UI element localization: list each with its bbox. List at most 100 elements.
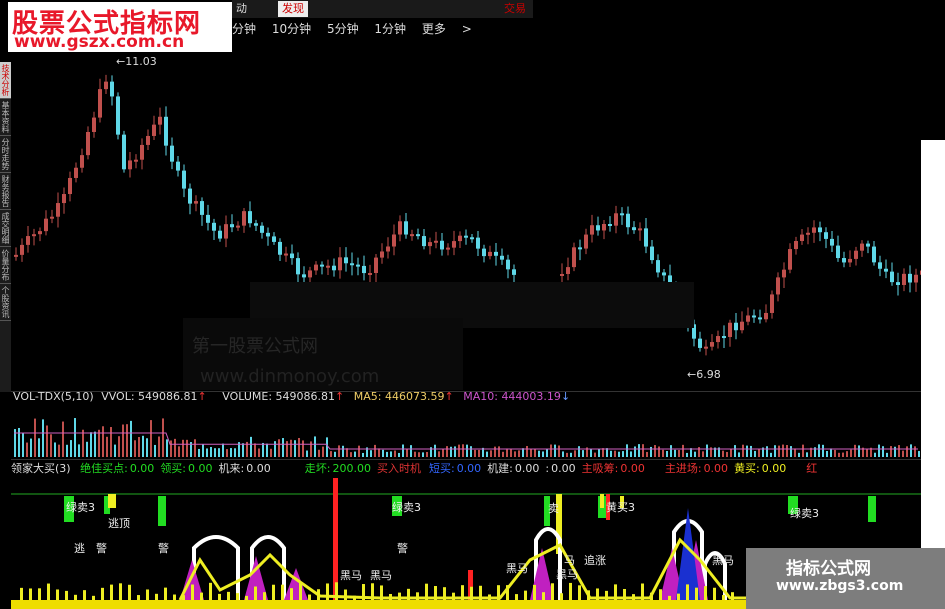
volume-bar — [50, 434, 52, 457]
volume-bar — [434, 444, 436, 457]
volume-bar — [582, 450, 584, 457]
candle-body — [716, 336, 720, 343]
signal-header-item: 走坏: 200.00 — [304, 462, 371, 475]
candle-body — [470, 237, 474, 240]
period-minute[interactable]: 分钟 — [232, 22, 256, 36]
candle-body — [830, 238, 834, 246]
candle-body — [104, 81, 108, 90]
candle-body — [200, 201, 204, 215]
signal-yellow-tick — [713, 587, 716, 600]
sidebar-item-finance[interactable]: 财务报告 — [0, 173, 11, 210]
candle-body — [56, 203, 60, 217]
sidebar-item-deals[interactable]: 成交明细 — [0, 210, 11, 247]
signal-yellow-tick — [515, 594, 518, 600]
candle-body — [152, 124, 156, 136]
candle-body — [632, 227, 636, 231]
volume-bar — [250, 436, 252, 457]
period-1min[interactable]: 1分钟 — [374, 22, 406, 36]
signal-label: 逃 — [74, 542, 85, 555]
volume-bar — [282, 438, 284, 457]
volume-bar — [662, 449, 664, 457]
volume-bar — [562, 451, 564, 457]
volume-bar — [594, 452, 596, 457]
candle-body — [578, 247, 582, 250]
candle-body — [638, 228, 642, 231]
chevron-right-icon[interactable]: > — [462, 22, 472, 36]
signal-yellow-tick — [137, 595, 140, 600]
tab-partial[interactable]: 动 — [232, 1, 251, 17]
volume-bar — [194, 439, 196, 457]
signal-yellow-tick — [110, 584, 113, 600]
signal-yellow-tick — [614, 584, 617, 600]
volume-bar — [686, 452, 688, 457]
volume-bar — [358, 445, 360, 457]
tab-trade[interactable]: 交易 — [500, 1, 530, 17]
candle-body — [416, 234, 420, 237]
signal-yellow-tick — [605, 590, 608, 600]
volume-bar — [254, 443, 256, 457]
candle-body — [650, 246, 654, 261]
candle-body — [80, 155, 84, 168]
volume-bar — [278, 439, 280, 457]
volume-bar — [746, 445, 748, 457]
candle-body — [236, 225, 240, 228]
sidebar-item-distribution[interactable]: 价量分布 — [0, 247, 11, 284]
signal-yellow-tick — [632, 594, 635, 600]
candle-body — [242, 211, 246, 226]
signal-yellow-tick — [488, 594, 491, 600]
volume-bar — [342, 445, 344, 457]
volume-bar — [530, 449, 532, 457]
candle-body — [86, 131, 90, 156]
sidebar-item-tech[interactable]: 技术分析 — [0, 62, 11, 99]
volume-bar — [410, 445, 412, 457]
brand-url: www.zbgs3.com — [776, 578, 904, 594]
volume-bar — [618, 451, 620, 457]
volume-bar — [798, 452, 800, 457]
signal-yellow-tick — [119, 583, 122, 600]
candle-body — [782, 269, 786, 278]
volume-bar — [858, 445, 860, 457]
sidebar-item-intraday[interactable]: 分时走势 — [0, 136, 11, 173]
signal-red-bar — [333, 478, 338, 600]
signal-yellow-tick — [281, 584, 284, 600]
signal-yellow-tick — [200, 592, 203, 600]
volume-bar — [162, 418, 164, 457]
volume-bar — [30, 438, 32, 457]
sidebar-item-basic[interactable]: 基本资料 — [0, 99, 11, 136]
volume-bar — [18, 427, 20, 457]
signal-yellow-tick — [497, 585, 500, 600]
period-10min[interactable]: 10分钟 — [272, 22, 311, 36]
volume-bar — [134, 440, 136, 457]
volume-bar — [854, 444, 856, 457]
candle-body — [584, 234, 588, 249]
candle-body — [332, 265, 336, 271]
candle-body — [356, 264, 360, 267]
candle-body — [440, 240, 444, 250]
signal-label: 黑马 — [370, 569, 392, 582]
candle-body — [770, 294, 774, 313]
signal-label: 绿卖3 — [790, 507, 819, 520]
candle-body — [626, 213, 630, 228]
volume-bar — [766, 446, 768, 457]
period-5min[interactable]: 5分钟 — [327, 22, 359, 36]
volume-bar — [266, 443, 268, 457]
volume-bar — [66, 444, 68, 457]
candle-body — [32, 234, 36, 237]
candle-body — [284, 253, 288, 256]
period-more[interactable]: 更多 — [422, 22, 446, 36]
candle-body — [164, 116, 168, 146]
volume-bar — [502, 451, 504, 457]
signal-yellow-tick — [695, 587, 698, 600]
volume-bar — [154, 444, 156, 457]
volume-bar — [702, 451, 704, 457]
volume-bar — [42, 419, 44, 457]
candle-body — [704, 346, 708, 349]
tab-discover[interactable]: 发现 — [278, 1, 308, 17]
volume-bar — [210, 446, 212, 457]
signal-yellow-tick — [353, 595, 356, 600]
sidebar-item-news[interactable]: 个股资讯 — [0, 284, 11, 321]
candle-body — [620, 213, 624, 216]
volume-bar — [34, 418, 36, 457]
volume-bar — [650, 446, 652, 457]
arrow-left-icon: ← — [687, 368, 697, 381]
